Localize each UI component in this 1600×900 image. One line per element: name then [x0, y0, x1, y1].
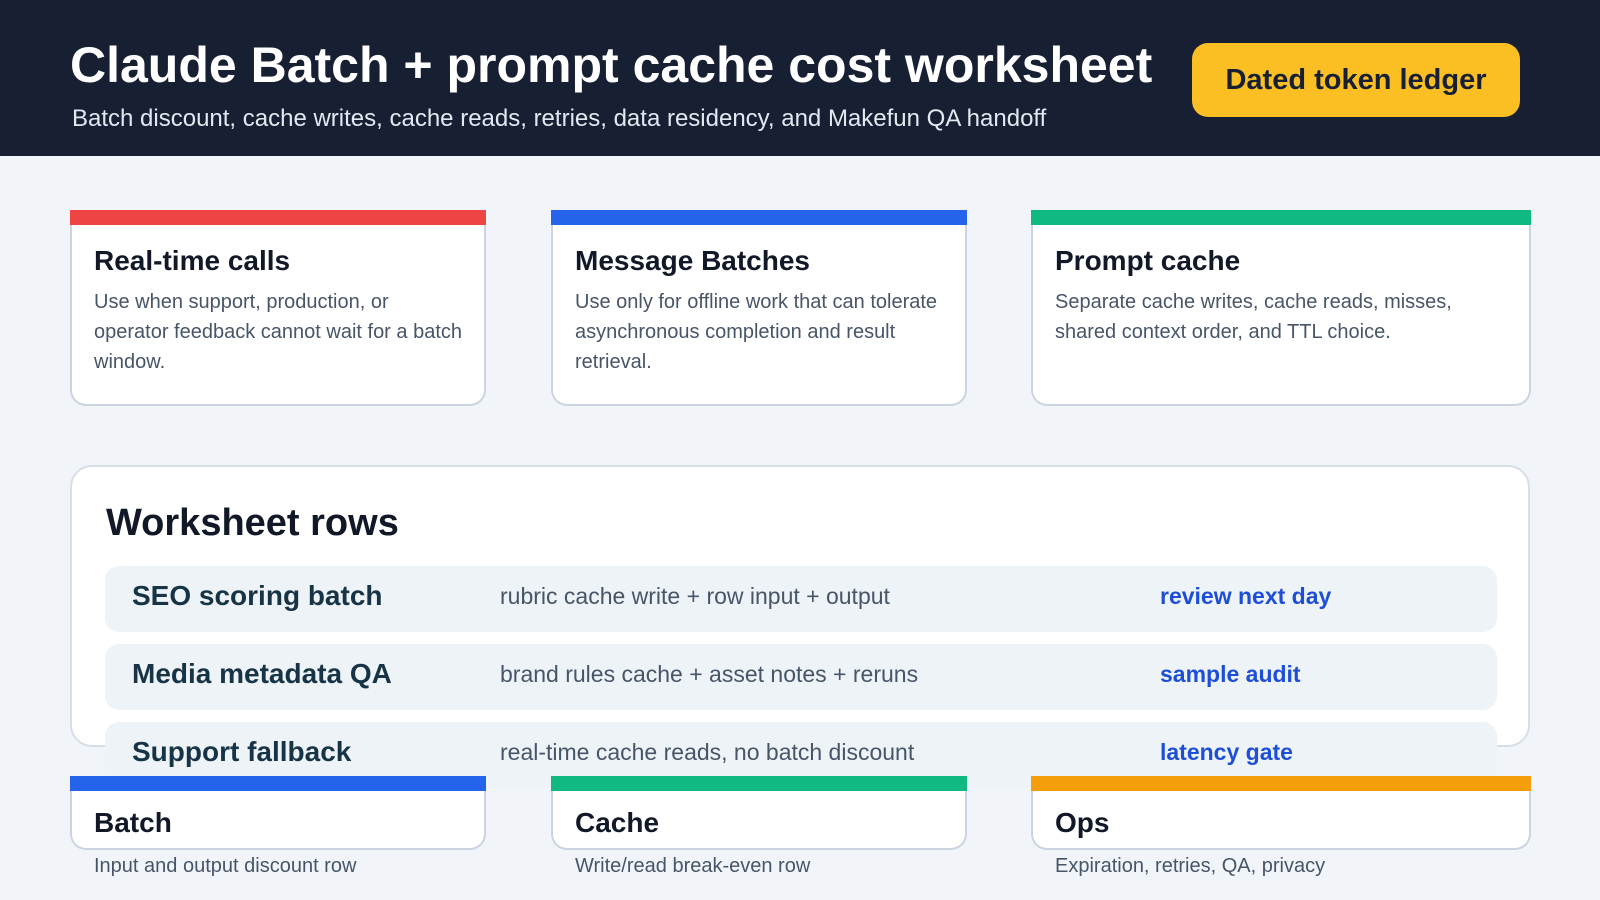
card-title: Prompt cache: [1055, 245, 1241, 276]
card-cache: Cache: [551, 776, 967, 850]
card-description: Separate cache writes, cache reads, miss…: [1055, 291, 1452, 343]
card-accent-bar: [70, 210, 486, 225]
card-title: Cache: [575, 807, 660, 838]
batch-note: Input and output discount row: [94, 855, 357, 877]
page-subtitle: Batch discount, cache writes, cache read…: [72, 105, 1047, 132]
card-accent-bar: [551, 776, 967, 791]
row-name: SEO scoring batch: [132, 580, 383, 611]
card-description: Use only for offline work that can toler…: [575, 291, 938, 373]
dated-token-ledger-button[interactable]: Dated token ledger: [1192, 43, 1520, 117]
cache-note: Write/read break-even row: [575, 855, 811, 877]
card-accent-bar: [1031, 210, 1531, 225]
card-description: Use when support, production, or operato…: [94, 291, 463, 373]
row-cost-formula: real-time cache reads, no batch discount: [500, 739, 915, 765]
row-action-link[interactable]: sample audit: [1160, 661, 1301, 688]
row-name: Support fallback: [132, 736, 352, 767]
card-accent-bar: [70, 776, 486, 791]
card-title: Real-time calls: [94, 245, 291, 276]
card-ops: Ops: [1031, 776, 1531, 850]
card-real-time-calls: Real-time calls Use when support, produc…: [70, 210, 486, 406]
card-accent-bar: [1031, 776, 1531, 791]
ops-note: Expiration, retries, QA, privacy: [1055, 855, 1326, 877]
header-bar: Claude Batch + prompt cache cost workshe…: [0, 0, 1600, 156]
row-name: Media metadata QA: [132, 658, 392, 689]
card-accent-bar: [551, 210, 967, 225]
worksheet-row-seo-scoring[interactable]: SEO scoring batch rubric cache write + r…: [105, 566, 1497, 632]
card-prompt-cache: Prompt cache Separate cache writes, cach…: [1031, 210, 1531, 406]
page-title: Claude Batch + prompt cache cost workshe…: [70, 37, 1153, 93]
row-action-link[interactable]: latency gate: [1160, 739, 1293, 766]
worksheet-row-media-metadata[interactable]: Media metadata QA brand rules cache + as…: [105, 644, 1497, 710]
card-title: Batch: [94, 807, 172, 838]
worksheet-title: Worksheet rows: [106, 502, 399, 544]
card-batch: Batch: [70, 776, 486, 850]
row-action-link[interactable]: review next day: [1160, 583, 1331, 610]
card-title: Ops: [1055, 807, 1110, 838]
row-cost-formula: brand rules cache + asset notes + reruns: [500, 661, 919, 687]
row-cost-formula: rubric cache write + row input + output: [500, 583, 890, 609]
card-message-batches: Message Batches Use only for offline wor…: [551, 210, 967, 406]
card-title: Message Batches: [575, 245, 811, 276]
